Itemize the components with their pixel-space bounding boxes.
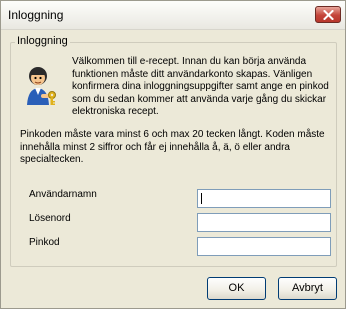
groupbox-legend: Inloggning — [15, 35, 70, 47]
ok-button[interactable]: OK — [207, 277, 266, 300]
close-icon — [323, 10, 334, 20]
close-button[interactable] — [315, 6, 341, 23]
title-bar[interactable]: Inloggning — [1, 1, 345, 30]
login-groupbox: Inloggning Välkommen till e-recept. Inna… — [10, 35, 337, 267]
cancel-button[interactable]: Avbryt — [278, 277, 337, 300]
pincode-rules-text: Pinkoden måste vara minst 6 och max 20 t… — [20, 129, 325, 165]
password-label: Lösenord — [29, 213, 71, 224]
welcome-text: Välkommen till e-recept. Innan du kan bö… — [72, 56, 329, 117]
window-title: Inloggning — [8, 8, 64, 22]
text-caret — [201, 193, 202, 204]
username-label: Användarnamn — [29, 189, 97, 200]
pincode-label: Pinkod — [29, 237, 60, 248]
pincode-field[interactable] — [197, 237, 331, 256]
login-dialog: Inloggning Inloggning Välkommen till e-r… — [0, 0, 346, 309]
password-field[interactable] — [197, 213, 331, 232]
user-key-icon — [27, 67, 56, 105]
username-field[interactable] — [197, 189, 331, 208]
